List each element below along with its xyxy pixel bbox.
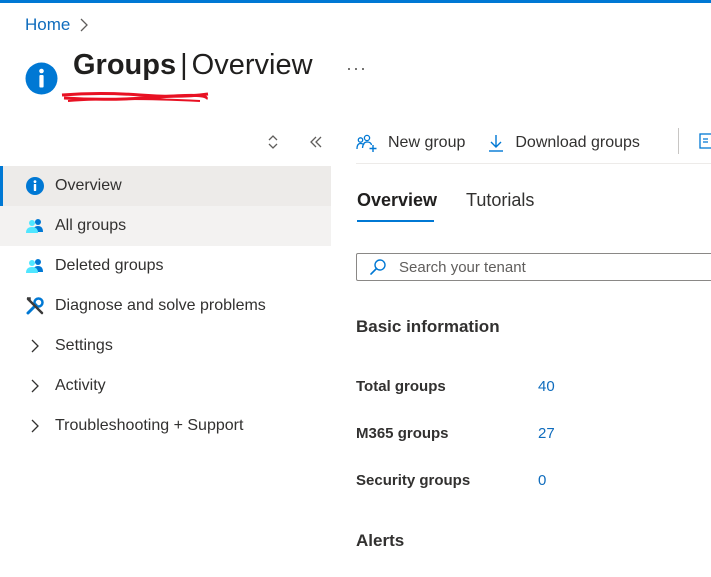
sort-icon[interactable] bbox=[266, 134, 280, 150]
sidebar-item-label: Deleted groups bbox=[55, 257, 164, 274]
sidebar-item-settings[interactable]: Settings bbox=[0, 326, 331, 366]
active-tab-indicator bbox=[357, 220, 434, 222]
sidebar-item-all-groups[interactable]: All groups bbox=[0, 206, 331, 246]
sidebar-item-label: Diagnose and solve problems bbox=[55, 297, 266, 314]
chevron-right-icon bbox=[31, 379, 39, 393]
m365-groups-value[interactable]: 27 bbox=[538, 425, 555, 442]
toolbar-divider bbox=[678, 128, 679, 154]
sidebar-item-label: Troubleshooting + Support bbox=[55, 417, 244, 434]
redaction-scribble bbox=[61, 92, 209, 102]
download-groups-button[interactable]: Download groups bbox=[487, 133, 640, 153]
page-title-main: Groups bbox=[73, 49, 177, 81]
toolbar-overflow-icon[interactable] bbox=[699, 131, 711, 151]
m365-groups-label: M365 groups bbox=[356, 425, 449, 442]
title-separator: | bbox=[180, 49, 188, 81]
tab-overview[interactable]: Overview bbox=[357, 190, 437, 211]
sidebar-item-label: All groups bbox=[55, 217, 127, 234]
total-groups-value[interactable]: 40 bbox=[538, 378, 555, 395]
command-bar: New group Download groups bbox=[356, 128, 662, 158]
sidebar-item-label: Settings bbox=[55, 337, 113, 354]
info-icon bbox=[25, 62, 58, 95]
tab-tutorials[interactable]: Tutorials bbox=[466, 190, 534, 211]
basic-information-heading: Basic information bbox=[356, 317, 500, 336]
alerts-heading: Alerts bbox=[356, 531, 405, 550]
sidebar: Overview All groups Deleted groups Diagn… bbox=[0, 166, 331, 446]
wrench-icon bbox=[26, 297, 44, 315]
search-box[interactable] bbox=[356, 253, 711, 281]
search-icon bbox=[370, 259, 386, 275]
more-options-button[interactable]: ··· bbox=[346, 58, 367, 79]
top-accent-bar bbox=[0, 0, 711, 3]
chevron-right-icon bbox=[80, 18, 89, 32]
sidebar-item-label: Overview bbox=[55, 177, 122, 194]
page-title: Groups | Overview bbox=[73, 49, 313, 82]
security-groups-value[interactable]: 0 bbox=[538, 472, 546, 489]
sidebar-item-label: Activity bbox=[55, 377, 106, 394]
chevron-right-icon bbox=[31, 419, 39, 433]
breadcrumb-home[interactable]: Home bbox=[25, 15, 70, 35]
page-title-sub: Overview bbox=[191, 49, 313, 81]
download-icon bbox=[489, 135, 504, 152]
search-input[interactable] bbox=[399, 258, 679, 276]
info-icon bbox=[26, 177, 44, 195]
sidebar-item-troubleshooting[interactable]: Troubleshooting + Support bbox=[0, 406, 331, 446]
sidebar-item-diagnose[interactable]: Diagnose and solve problems bbox=[0, 286, 331, 326]
sidebar-item-deleted-groups[interactable]: Deleted groups bbox=[0, 246, 331, 286]
add-group-icon bbox=[356, 134, 377, 152]
groups-icon bbox=[26, 219, 43, 233]
sidebar-item-overview[interactable]: Overview bbox=[0, 166, 331, 206]
total-groups-label: Total groups bbox=[356, 378, 446, 395]
chevron-right-icon bbox=[31, 339, 39, 353]
groups-icon bbox=[26, 259, 43, 273]
new-group-button[interactable]: New group bbox=[356, 133, 465, 153]
new-group-label: New group bbox=[388, 134, 466, 151]
breadcrumb: Home bbox=[25, 15, 89, 35]
collapse-sidebar-icon[interactable] bbox=[308, 134, 324, 150]
download-groups-label: Download groups bbox=[515, 134, 640, 151]
sidebar-item-activity[interactable]: Activity bbox=[0, 366, 331, 406]
command-bar-border bbox=[356, 163, 711, 164]
security-groups-label: Security groups bbox=[356, 472, 471, 489]
